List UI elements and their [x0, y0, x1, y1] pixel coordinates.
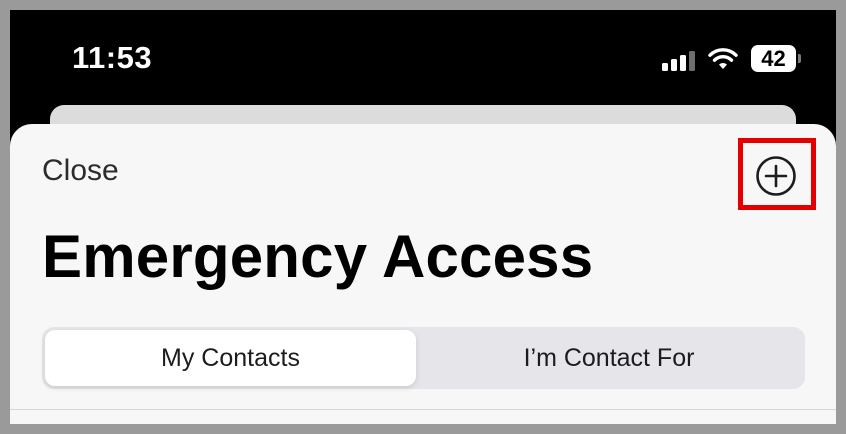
divider [10, 409, 836, 410]
add-contact-button[interactable] [751, 151, 801, 201]
tab-my-contacts[interactable]: My Contacts [45, 330, 416, 386]
battery-level: 42 [751, 45, 796, 72]
wifi-icon [708, 48, 738, 69]
page-title: Emergency Access [42, 223, 594, 290]
battery-icon: 42 [751, 45, 801, 72]
cellular-signal-icon [662, 51, 700, 71]
emergency-access-sheet: Close Emergency Access My Contacts I’m C… [10, 124, 836, 424]
plus-circle-icon [756, 156, 796, 196]
tab-im-contact-for[interactable]: I’m Contact For [416, 330, 802, 386]
close-button[interactable]: Close [42, 154, 119, 188]
segmented-control: My Contacts I’m Contact For [42, 327, 805, 389]
phone-screen: 11:53 42 Close Emergency Access My Conta… [10, 10, 836, 424]
status-time: 11:53 [72, 40, 153, 75]
